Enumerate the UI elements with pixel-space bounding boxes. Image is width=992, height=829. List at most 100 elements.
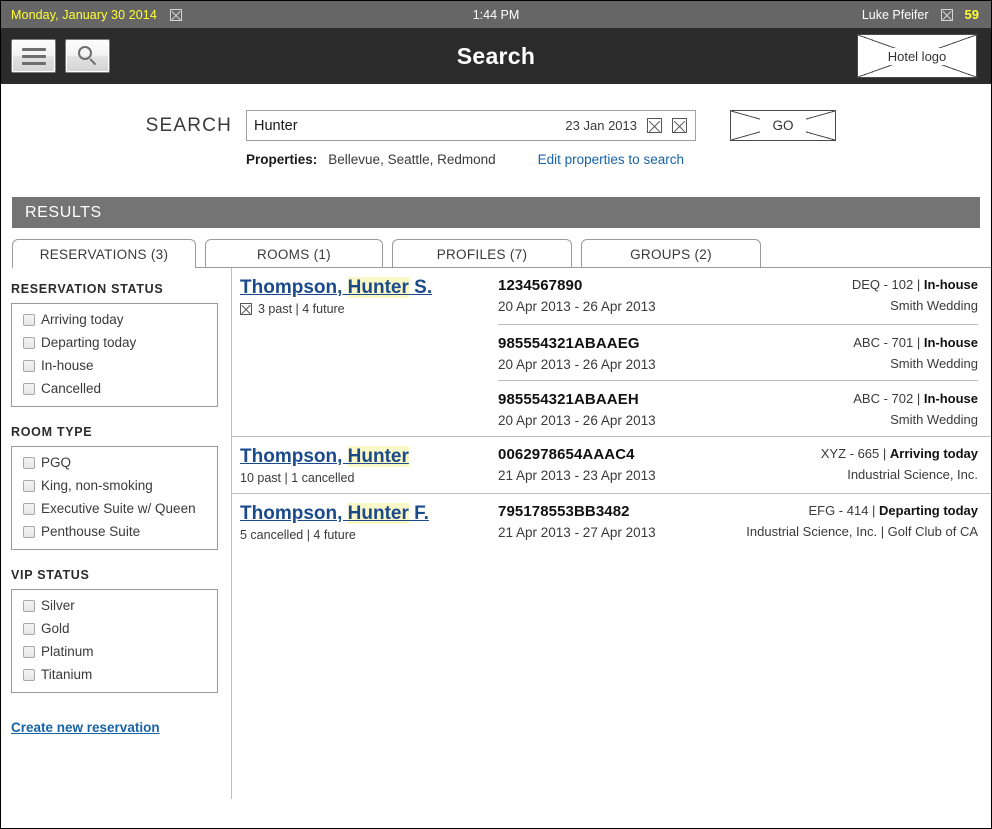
table-row[interactable]: 985554321ABAAEG 20 Apr 2013 - 26 Apr 201…	[498, 324, 978, 380]
filter-label: Penthouse Suite	[41, 524, 140, 539]
filter-arriving-today[interactable]: Arriving today	[23, 312, 217, 327]
filter-label: Executive Suite w/ Queen	[41, 501, 196, 516]
result-group: Thompson, Hunter 10 past | 1 cancelled 0…	[232, 436, 991, 493]
tab-profiles[interactable]: PROFILES (7)	[392, 239, 572, 268]
guest-cell: Thompson, Hunter F. 5 cancelled | 4 futu…	[240, 503, 498, 542]
status-badge: Arriving today	[890, 446, 978, 461]
filter-departing-today[interactable]: Departing today	[23, 335, 217, 350]
tab-rooms[interactable]: ROOMS (1)	[205, 239, 383, 268]
guest-meta-label: 3 past | 4 future	[258, 302, 345, 316]
results-tabs: RESERVATIONS (3) ROOMS (1) PROFILES (7) …	[12, 238, 991, 268]
checkbox-icon[interactable]	[23, 480, 35, 492]
history-icon[interactable]	[240, 303, 252, 315]
go-button[interactable]: GO	[730, 110, 836, 141]
results-list: Thompson, Hunter S. 3 past | 4 future 12…	[232, 268, 991, 799]
checkbox-icon[interactable]	[23, 646, 35, 658]
tab-groups[interactable]: GROUPS (2)	[581, 239, 761, 268]
facet-title-vip-status: VIP STATUS	[11, 568, 231, 582]
filter-cancelled[interactable]: Cancelled	[23, 381, 217, 396]
room-status-line: ABC - 702 | In-house	[678, 391, 978, 406]
guest-meta-label: 5 cancelled | 4 future	[240, 528, 356, 542]
guest-meta: 10 past | 1 cancelled	[240, 471, 488, 485]
tab-reservations[interactable]: RESERVATIONS (3)	[12, 239, 196, 268]
table-row[interactable]: Thompson, Hunter S. 3 past | 4 future 12…	[240, 268, 978, 324]
search-input[interactable]: Hunter 23 Jan 2013	[246, 110, 696, 141]
filter-penthouse-suite[interactable]: Penthouse Suite	[23, 524, 217, 539]
group-name: Industrial Science, Inc. | Golf Club of …	[678, 524, 978, 539]
status-badge: In-house	[924, 335, 978, 350]
filter-in-house[interactable]: In-house	[23, 358, 217, 373]
filter-silver[interactable]: Silver	[23, 598, 217, 613]
status-badge: In-house	[924, 391, 978, 406]
filter-platinum[interactable]: Platinum	[23, 644, 217, 659]
confirmation-number: 795178553BB3482	[498, 503, 668, 520]
guest-name-highlight: Hunter	[348, 446, 409, 467]
guest-name-link[interactable]: Thompson, Hunter F.	[240, 503, 488, 525]
table-row[interactable]: 985554321ABAAEH 20 Apr 2013 - 26 Apr 201…	[498, 380, 978, 436]
guest-name-link[interactable]: Thompson, Hunter	[240, 446, 488, 468]
tab-profiles-label: PROFILES (7)	[437, 247, 528, 262]
room-cell: XYZ - 665 | Arriving today Industrial Sc…	[678, 446, 978, 482]
facet-title-room-type: ROOM TYPE	[11, 425, 231, 439]
filter-king-non-smoking[interactable]: King, non-smoking	[23, 478, 217, 493]
search-date-value: 23 Jan 2013	[565, 118, 637, 133]
room-cell: ABC - 701 | In-house Smith Wedding	[678, 335, 978, 371]
group-name: Industrial Science, Inc.	[678, 467, 978, 482]
status-badge: Departing today	[879, 503, 978, 518]
current-date-label: Monday, January 30 2014	[11, 8, 157, 22]
guest-name-link[interactable]: Thompson, Hunter S.	[240, 277, 488, 299]
app-header: Search Hotel logo	[1, 28, 991, 84]
stay-dates: 20 Apr 2013 - 26 Apr 2013	[498, 413, 668, 428]
filter-titanium[interactable]: Titanium	[23, 667, 217, 682]
checkbox-icon[interactable]	[23, 383, 35, 395]
notification-icon[interactable]	[941, 9, 953, 21]
clear-search-icon[interactable]	[647, 118, 662, 133]
checkbox-icon[interactable]	[23, 337, 35, 349]
search-button[interactable]	[65, 39, 110, 73]
tab-reservations-label: RESERVATIONS (3)	[40, 247, 169, 262]
guest-name-prefix: Thompson,	[240, 446, 348, 467]
guest-cell: Thompson, Hunter 10 past | 1 cancelled	[240, 446, 498, 485]
confirmation-number: 985554321ABAAEH	[498, 391, 668, 408]
room-number: ABC - 701 |	[853, 335, 924, 350]
menu-button[interactable]	[11, 39, 56, 73]
room-status-line: EFG - 414 | Departing today	[678, 503, 978, 518]
checkbox-icon[interactable]	[23, 503, 35, 515]
filter-gold[interactable]: Gold	[23, 621, 217, 636]
checkbox-icon[interactable]	[23, 600, 35, 612]
checkbox-icon[interactable]	[23, 526, 35, 538]
search-input-value[interactable]: Hunter	[254, 118, 555, 134]
create-new-reservation-link[interactable]: Create new reservation	[11, 720, 160, 735]
edit-properties-link[interactable]: Edit properties to search	[538, 152, 684, 167]
calendar-icon[interactable]	[672, 118, 687, 133]
properties-row: Properties: Bellevue, Seattle, Redmond E…	[1, 152, 991, 167]
room-cell: DEQ - 102 | In-house Smith Wedding	[678, 277, 978, 313]
properties-label: Properties:	[246, 152, 317, 167]
room-status-line: ABC - 701 | In-house	[678, 335, 978, 350]
checkbox-icon[interactable]	[23, 623, 35, 635]
checkbox-icon[interactable]	[23, 360, 35, 372]
guest-name-highlight: Hunter	[348, 277, 409, 298]
guest-name-suffix: F.	[409, 503, 429, 524]
checkbox-icon[interactable]	[23, 314, 35, 326]
group-name: Smith Wedding	[678, 412, 978, 427]
table-row[interactable]: Thompson, Hunter 10 past | 1 cancelled 0…	[240, 437, 978, 493]
guest-cell: Thompson, Hunter S. 3 past | 4 future	[240, 277, 498, 316]
room-cell: EFG - 414 | Departing today Industrial S…	[678, 503, 978, 539]
checkbox-icon[interactable]	[23, 457, 35, 469]
user-name-label[interactable]: Luke Pfeifer	[862, 8, 929, 22]
guest-meta: 3 past | 4 future	[240, 302, 488, 316]
room-number: DEQ - 102 |	[852, 277, 924, 292]
table-row[interactable]: Thompson, Hunter F. 5 cancelled | 4 futu…	[240, 494, 978, 550]
filter-executive-suite-queen[interactable]: Executive Suite w/ Queen	[23, 501, 217, 516]
confirmation-number: 1234567890	[498, 277, 668, 294]
group-name: Smith Wedding	[678, 356, 978, 371]
filter-sidebar: RESERVATION STATUS Arriving today Depart…	[1, 268, 232, 799]
stay-dates: 21 Apr 2013 - 27 Apr 2013	[498, 525, 668, 540]
checkbox-icon[interactable]	[23, 669, 35, 681]
mail-icon[interactable]	[170, 9, 182, 21]
status-badge: In-house	[924, 277, 978, 292]
filter-pgq[interactable]: PGQ	[23, 455, 217, 470]
application-window: Monday, January 30 2014 1:44 PM Luke Pfe…	[0, 0, 992, 829]
room-number: ABC - 702 |	[853, 391, 924, 406]
